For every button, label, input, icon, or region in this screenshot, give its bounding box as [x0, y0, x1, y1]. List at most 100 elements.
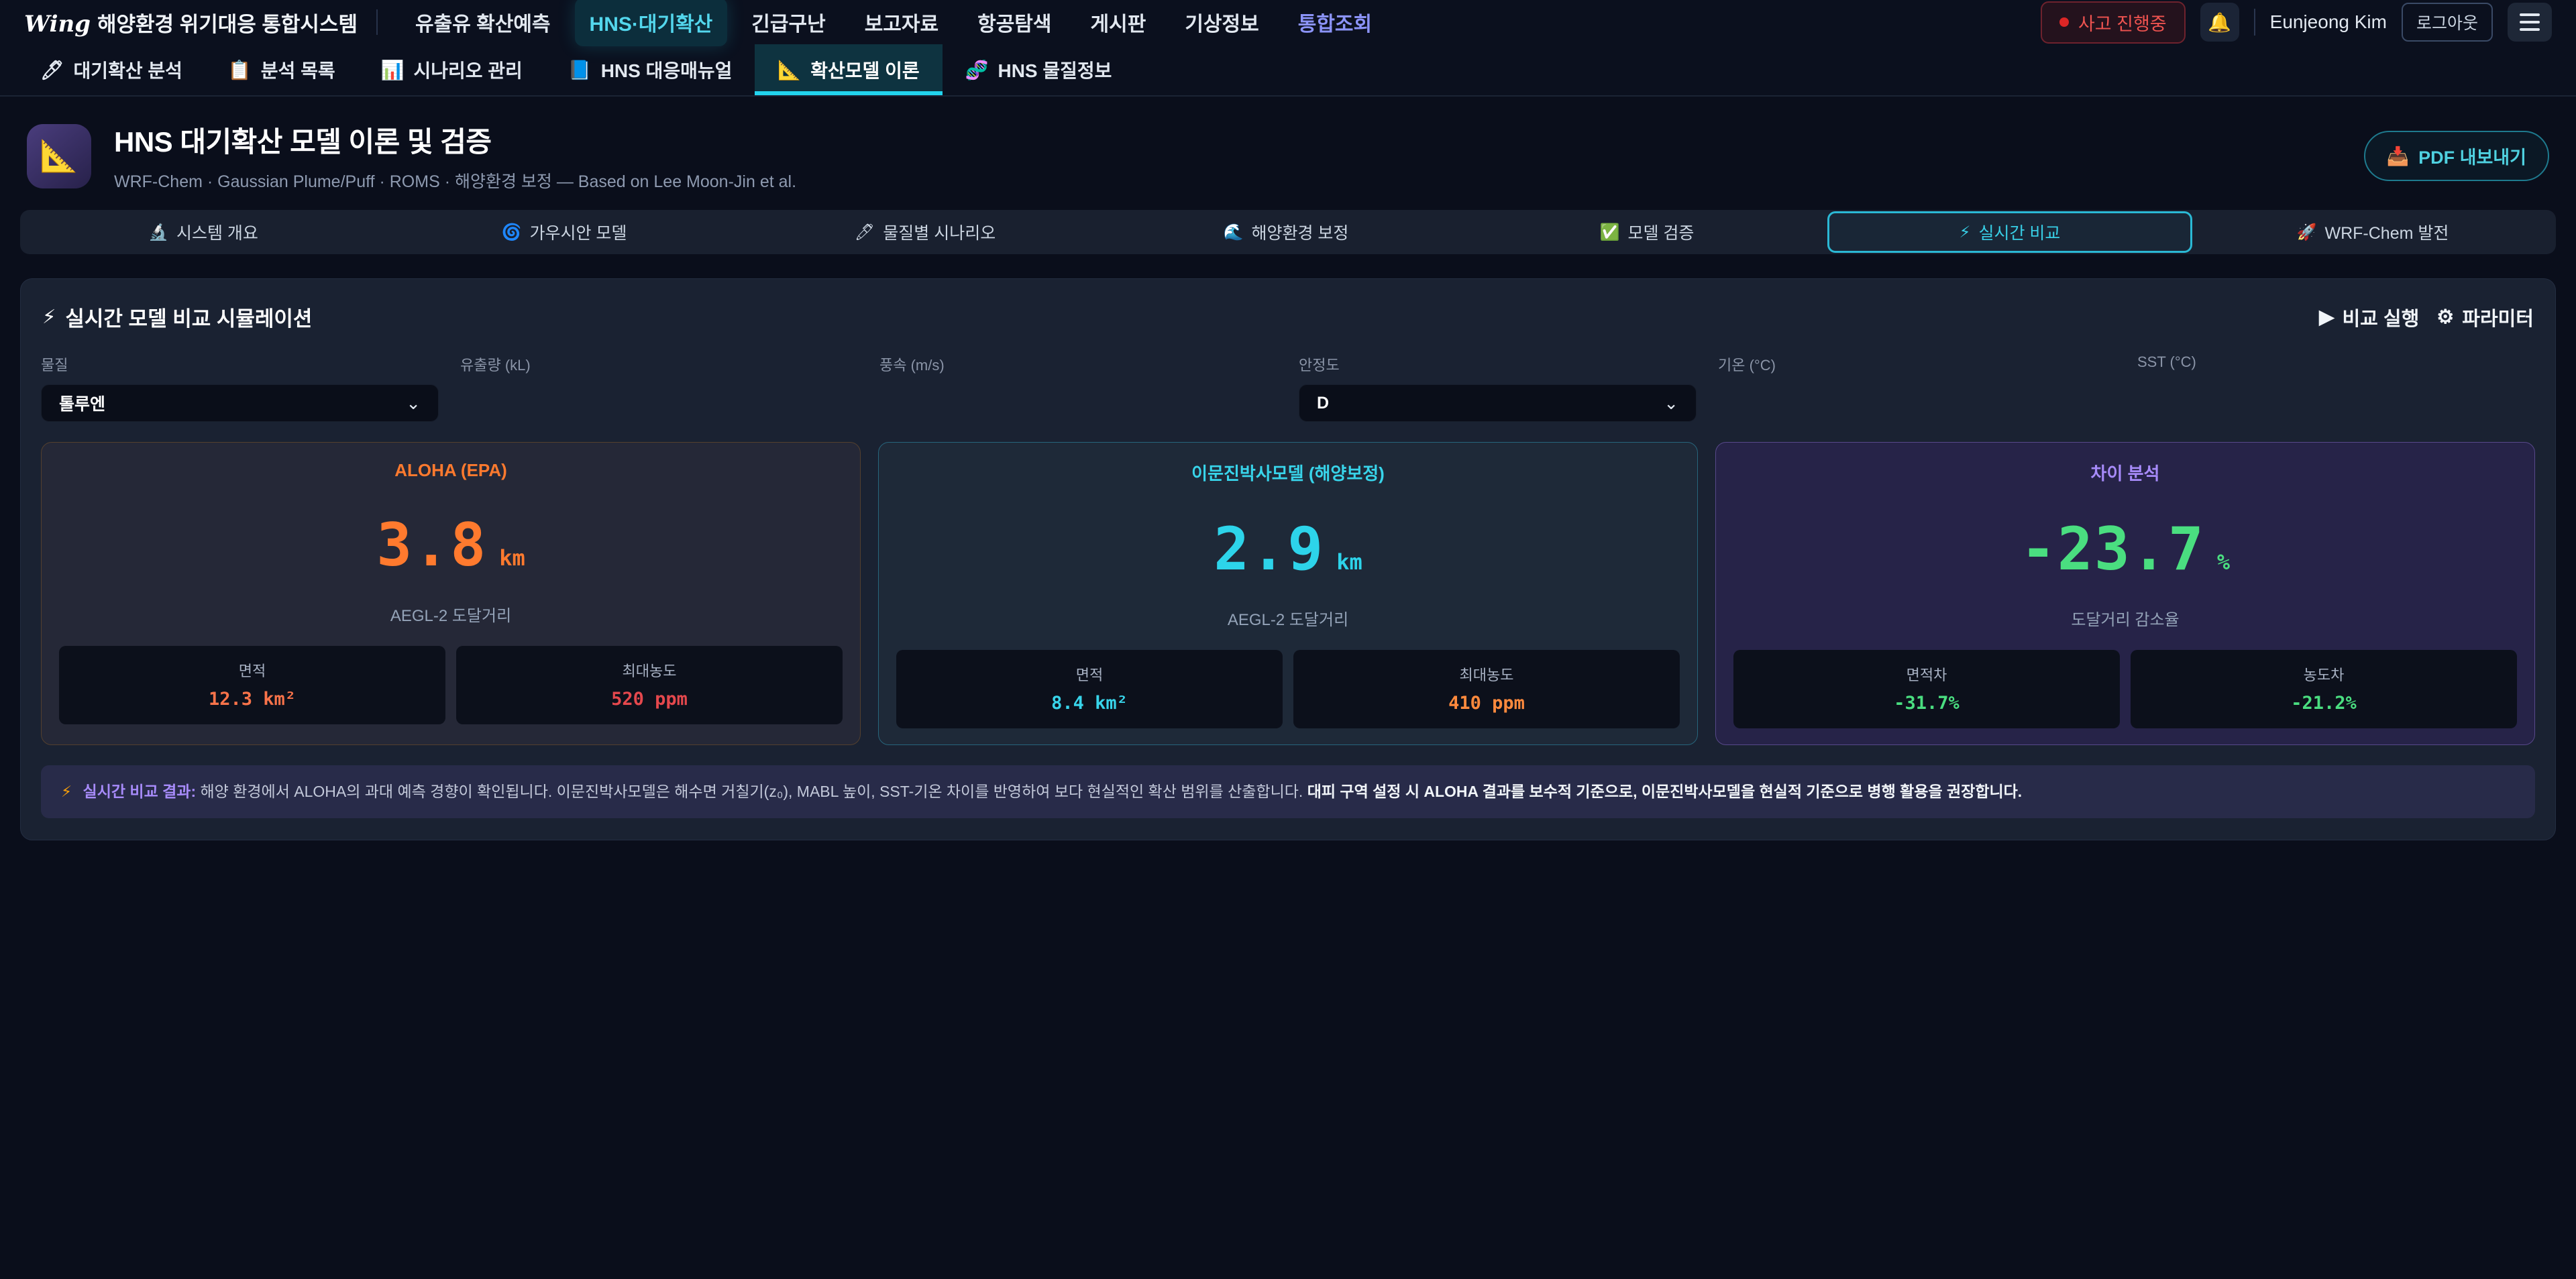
sst-field: SST (°C) — [2137, 353, 2535, 422]
menu-item-reports[interactable]: 보고자료 — [850, 0, 953, 46]
wing-logo-mark: Wing — [24, 11, 91, 38]
lightning-icon: ⚡ — [1960, 223, 1971, 242]
dna-icon: 🧬 — [965, 59, 989, 81]
section-tab-model-validation[interactable]: ✅ 모델 검증 — [1466, 213, 1827, 252]
spill-amount-field: 유출량 (kL) — [460, 353, 858, 422]
note-body: 해양 환경에서 ALOHA의 과대 예측 경향이 확인됩니다. 이문진박사모델은… — [201, 783, 1307, 800]
substance-select[interactable]: 톨루엔 ⌄ — [41, 384, 439, 422]
wind-speed-field: 풍속 (m/s) — [879, 353, 1277, 422]
tab-analysis-list[interactable]: 📋 분석 목록 — [205, 44, 358, 95]
menu-item-integrated-search[interactable]: 통합조회 — [1283, 0, 1387, 46]
hamburger-menu-button[interactable] — [2508, 3, 2552, 42]
play-icon: ▶ — [2319, 305, 2334, 329]
aloha-distance-label: AEGL-2 도달거리 — [59, 602, 843, 626]
chevron-down-icon: ⌄ — [406, 393, 421, 414]
panel-actions: ▶ 비교 실행 ⚙ 파라미터 — [2319, 303, 2534, 331]
top-navigation-bar: Wing 해양환경 위기대응 통합시스템 유출유 확산예측 HNS·대기확산 긴… — [0, 0, 2576, 44]
section-tab-bar: 🔬 시스템 개요 🌀 가우시안 모델 🖊 물질별 시나리오 🌊 해양환경 보정 … — [20, 210, 2556, 254]
stability-label: 안정도 — [1299, 353, 1697, 375]
tab-scenario-management[interactable]: 📊 시나리오 관리 — [358, 44, 545, 95]
lee-model-result-card: 이문진박사모델 (해양보정) 2.9 km AEGL-2 도달거리 면적 8.4… — [878, 442, 1698, 745]
difference-analysis-card: 차이 분석 -23.7 % 도달거리 감소율 면적차 -31.7% 농도차 -2… — [1715, 442, 2535, 745]
page-header-text: HNS 대기확산 모델 이론 및 검증 WRF-Chem · Gaussian … — [114, 119, 796, 192]
substance-field: 물질 톨루엔 ⌄ — [41, 353, 439, 422]
comparison-note: ⚡ 실시간 비교 결과: 해양 환경에서 ALOHA의 과대 예측 경향이 확인… — [41, 765, 2535, 818]
air-temp-field: 기온 (°C) — [1718, 353, 2116, 422]
incident-status-badge: 사고 진행중 — [2041, 1, 2186, 44]
menu-item-oil-spill[interactable]: 유출유 확산예측 — [400, 0, 566, 46]
menu-item-aerial-search[interactable]: 항공탐색 — [963, 0, 1066, 46]
air-temp-label: 기온 (°C) — [1718, 353, 2116, 375]
notification-bell-button[interactable]: 🔔 — [2200, 3, 2239, 42]
main-menu: 유출유 확산예측 HNS·대기확산 긴급구난 보고자료 항공탐색 게시판 기상정… — [400, 0, 2041, 46]
topbar-right-group: 사고 진행중 🔔 Eunjeong Kim 로그아웃 — [2041, 1, 2552, 44]
topbar-right-divider — [2254, 9, 2255, 36]
logout-button[interactable]: 로그아웃 — [2402, 3, 2493, 42]
pen-icon: 🖊 — [40, 59, 64, 81]
diff-percent-value: -23.7 — [2021, 514, 2205, 583]
note-label: 실시간 비교 결과: — [83, 783, 197, 800]
page-header: 📐 HNS 대기확산 모델 이론 및 검증 WRF-Chem · Gaussia… — [0, 97, 2576, 210]
pen-icon: 🖊 — [855, 223, 875, 242]
realtime-comparison-panel: ⚡ 실시간 모델 비교 시뮬레이션 ▶ 비교 실행 ⚙ 파라미터 물질 톨루엔 … — [20, 278, 2556, 840]
run-comparison-button[interactable]: ▶ 비교 실행 — [2319, 303, 2419, 331]
rocket-icon: 🚀 — [2297, 223, 2317, 242]
wind-speed-input[interactable] — [879, 384, 1277, 422]
cyclone-icon: 🌀 — [502, 223, 522, 242]
menu-item-board[interactable]: 게시판 — [1076, 0, 1161, 46]
lee-concentration-stat: 최대농도 410 ppm — [1293, 650, 1680, 728]
lee-distance-unit: km — [1336, 549, 1362, 575]
triangle-ruler-icon: 📐 — [777, 59, 801, 81]
section-tab-gaussian-model[interactable]: 🌀 가우시안 모델 — [384, 213, 745, 252]
section-tab-realtime-comparison[interactable]: ⚡ 실시간 비교 — [1827, 211, 2192, 253]
hamburger-icon — [2520, 13, 2540, 16]
menu-item-hns-dispersion[interactable]: HNS·대기확산 — [575, 0, 728, 46]
parameters-button[interactable]: ⚙ 파라미터 — [2436, 303, 2534, 331]
bar-chart-icon: 📊 — [381, 59, 405, 81]
section-tab-system-overview[interactable]: 🔬 시스템 개요 — [23, 213, 384, 252]
bell-icon: 🔔 — [2208, 11, 2231, 34]
aloha-concentration-stat: 최대농도 520 ppm — [456, 646, 843, 724]
lightning-icon: ⚡ — [42, 305, 56, 329]
lightning-icon: ⚡ — [61, 783, 72, 800]
aloha-result-card: ALOHA (EPA) 3.8 km AEGL-2 도달거리 면적 12.3 k… — [41, 442, 861, 745]
tab-hns-substance-info[interactable]: 🧬 HNS 물질정보 — [943, 44, 1135, 95]
module-tab-bar: 🖊 대기확산 분석 📋 분석 목록 📊 시나리오 관리 📘 HNS 대응매뉴얼 … — [0, 44, 2576, 97]
incident-dot-icon — [2059, 17, 2069, 27]
section-tab-ocean-correction[interactable]: 🌊 해양환경 보정 — [1106, 213, 1466, 252]
aloha-card-title: ALOHA (EPA) — [59, 460, 843, 481]
sst-input[interactable] — [2137, 380, 2535, 418]
substance-label: 물질 — [41, 353, 439, 375]
app-logo: Wing 해양환경 위기대응 통합시스템 — [24, 7, 358, 38]
user-name: Eunjeong Kim — [2270, 11, 2387, 33]
section-tab-wrf-chem[interactable]: 🚀 WRF-Chem 발전 — [2192, 213, 2553, 252]
lee-distance-value: 2.9 — [1214, 514, 1324, 583]
app-title: 해양환경 위기대응 통합시스템 — [97, 7, 358, 38]
stability-select[interactable]: D ⌄ — [1299, 384, 1697, 422]
page-title: HNS 대기확산 모델 이론 및 검증 — [114, 119, 796, 160]
air-temp-input[interactable] — [1718, 384, 2116, 422]
tab-dispersion-analysis[interactable]: 🖊 대기확산 분석 — [17, 44, 205, 95]
spill-amount-input[interactable] — [460, 384, 858, 422]
comparison-result-cards: ALOHA (EPA) 3.8 km AEGL-2 도달거리 면적 12.3 k… — [41, 442, 2535, 745]
aloha-area-stat: 면적 12.3 km² — [59, 646, 445, 724]
lee-area-stat: 면적 8.4 km² — [896, 650, 1283, 728]
incident-badge-label: 사고 진행중 — [2078, 9, 2167, 36]
pdf-export-button[interactable]: 📥 PDF 내보내기 — [2364, 131, 2550, 181]
diff-concentration-stat: 농도차 -21.2% — [2131, 650, 2517, 728]
chevron-down-icon: ⌄ — [1664, 393, 1678, 414]
diff-percent-unit: % — [2217, 549, 2230, 575]
topbar-divider — [376, 9, 378, 35]
menu-item-rescue[interactable]: 긴급구난 — [737, 0, 840, 46]
book-icon: 📘 — [568, 59, 592, 81]
aloha-distance-unit: km — [499, 545, 525, 571]
tab-hns-manual[interactable]: 📘 HNS 대응매뉴얼 — [545, 44, 755, 95]
menu-item-weather[interactable]: 기상정보 — [1170, 0, 1273, 46]
tab-model-theory[interactable]: 📐 확산모델 이론 — [755, 44, 942, 95]
lee-card-title: 이문진박사모델 (해양보정) — [896, 460, 1680, 485]
gear-icon: ⚙ — [2436, 305, 2454, 329]
simulation-form: 물질 톨루엔 ⌄ 유출량 (kL) 풍속 (m/s) 안정도 D ⌄ 기온 (°… — [41, 353, 2535, 422]
page-subtitle: WRF-Chem · Gaussian Plume/Puff · ROMS · … — [114, 168, 796, 192]
note-bold-recommendation: 대피 구역 설정 시 ALOHA 결과를 보수적 기준으로, 이문진박사모델을 … — [1307, 783, 2023, 800]
section-tab-substance-scenarios[interactable]: 🖊 물질별 시나리오 — [745, 213, 1106, 252]
